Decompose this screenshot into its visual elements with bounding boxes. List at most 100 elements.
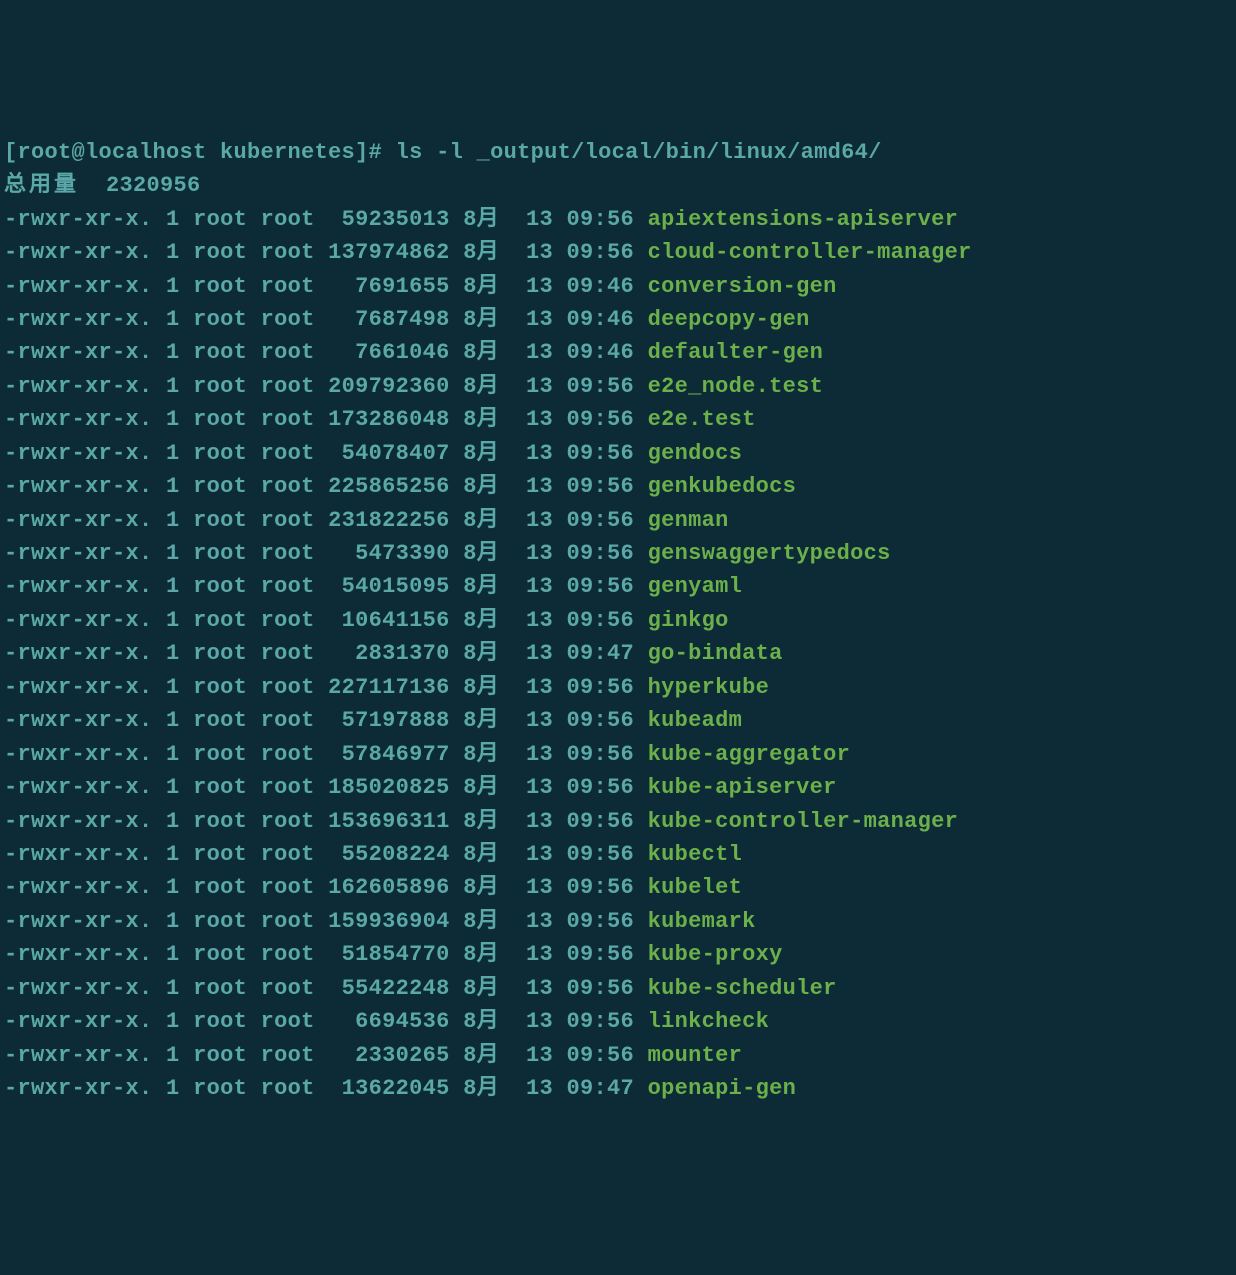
file-month: 8月 — [463, 474, 499, 499]
file-name: kubemark — [648, 909, 756, 934]
file-name: e2e_node.test — [648, 374, 824, 399]
file-day: 13 — [526, 441, 553, 466]
file-month: 8月 — [463, 1076, 499, 1101]
file-permissions: -rwxr-xr-x. — [4, 742, 153, 767]
file-links: 1 — [166, 574, 180, 599]
file-owner: root — [193, 541, 247, 566]
file-group: root — [261, 909, 315, 934]
file-day: 13 — [526, 809, 553, 834]
file-name: genman — [648, 508, 729, 533]
file-time: 09:47 — [567, 1076, 635, 1101]
file-day: 13 — [526, 909, 553, 934]
file-month: 8月 — [463, 207, 499, 232]
file-month: 8月 — [463, 608, 499, 633]
file-permissions: -rwxr-xr-x. — [4, 508, 153, 533]
file-links: 1 — [166, 541, 180, 566]
file-size: 7687498 — [328, 307, 450, 332]
file-month: 8月 — [463, 1043, 499, 1068]
file-permissions: -rwxr-xr-x. — [4, 274, 153, 299]
file-day: 13 — [526, 240, 553, 265]
file-permissions: -rwxr-xr-x. — [4, 240, 153, 265]
file-month: 8月 — [463, 541, 499, 566]
file-owner: root — [193, 641, 247, 666]
file-permissions: -rwxr-xr-x. — [4, 1009, 153, 1034]
file-permissions: -rwxr-xr-x. — [4, 541, 153, 566]
file-group: root — [261, 574, 315, 599]
file-day: 13 — [526, 407, 553, 432]
file-time: 09:56 — [567, 942, 635, 967]
file-size: 162605896 — [328, 875, 450, 900]
file-owner: root — [193, 474, 247, 499]
file-day: 13 — [526, 842, 553, 867]
file-month: 8月 — [463, 708, 499, 733]
file-links: 1 — [166, 340, 180, 365]
file-name: kubectl — [648, 842, 743, 867]
file-name: cloud-controller-manager — [648, 240, 972, 265]
file-month: 8月 — [463, 809, 499, 834]
file-owner: root — [193, 909, 247, 934]
file-name: openapi-gen — [648, 1076, 797, 1101]
file-links: 1 — [166, 508, 180, 533]
file-time: 09:56 — [567, 207, 635, 232]
file-day: 13 — [526, 608, 553, 633]
file-name: go-bindata — [648, 641, 783, 666]
file-owner: root — [193, 809, 247, 834]
file-size: 57197888 — [328, 708, 450, 733]
file-size: 5473390 — [328, 541, 450, 566]
file-permissions: -rwxr-xr-x. — [4, 641, 153, 666]
file-day: 13 — [526, 207, 553, 232]
file-day: 13 — [526, 708, 553, 733]
file-time: 09:56 — [567, 775, 635, 800]
file-group: root — [261, 441, 315, 466]
file-links: 1 — [166, 1076, 180, 1101]
file-size: 137974862 — [328, 240, 450, 265]
file-time: 09:56 — [567, 474, 635, 499]
file-group: root — [261, 407, 315, 432]
shell-command: ls -l _output/local/bin/linux/amd64/ — [396, 140, 882, 165]
file-owner: root — [193, 708, 247, 733]
shell-prompt: [root@localhost kubernetes]# — [4, 140, 382, 165]
file-links: 1 — [166, 307, 180, 332]
file-owner: root — [193, 608, 247, 633]
file-owner: root — [193, 240, 247, 265]
file-day: 13 — [526, 541, 553, 566]
file-size: 2831370 — [328, 641, 450, 666]
file-name: kubeadm — [648, 708, 743, 733]
file-name: mounter — [648, 1043, 743, 1068]
file-links: 1 — [166, 742, 180, 767]
file-links: 1 — [166, 441, 180, 466]
file-time: 09:56 — [567, 240, 635, 265]
file-time: 09:56 — [567, 909, 635, 934]
file-name: defaulter-gen — [648, 340, 824, 365]
file-time: 09:56 — [567, 1043, 635, 1068]
terminal-output: [root@localhost kubernetes]# ls -l _outp… — [4, 136, 1232, 1106]
total-value: 2320956 — [106, 173, 201, 198]
file-time: 09:56 — [567, 608, 635, 633]
file-owner: root — [193, 742, 247, 767]
file-time: 09:56 — [567, 708, 635, 733]
file-size: 55422248 — [328, 976, 450, 1001]
file-day: 13 — [526, 742, 553, 767]
file-links: 1 — [166, 675, 180, 700]
file-permissions: -rwxr-xr-x. — [4, 207, 153, 232]
file-owner: root — [193, 842, 247, 867]
file-group: root — [261, 775, 315, 800]
file-time: 09:56 — [567, 742, 635, 767]
file-day: 13 — [526, 675, 553, 700]
file-links: 1 — [166, 775, 180, 800]
file-month: 8月 — [463, 441, 499, 466]
file-permissions: -rwxr-xr-x. — [4, 875, 153, 900]
file-size: 2330265 — [328, 1043, 450, 1068]
file-time: 09:56 — [567, 574, 635, 599]
file-month: 8月 — [463, 909, 499, 934]
file-owner: root — [193, 675, 247, 700]
file-name: e2e.test — [648, 407, 756, 432]
file-links: 1 — [166, 909, 180, 934]
file-group: root — [261, 474, 315, 499]
file-group: root — [261, 1009, 315, 1034]
file-name: kube-apiserver — [648, 775, 837, 800]
file-group: root — [261, 508, 315, 533]
file-month: 8月 — [463, 875, 499, 900]
file-time: 09:56 — [567, 842, 635, 867]
file-owner: root — [193, 407, 247, 432]
